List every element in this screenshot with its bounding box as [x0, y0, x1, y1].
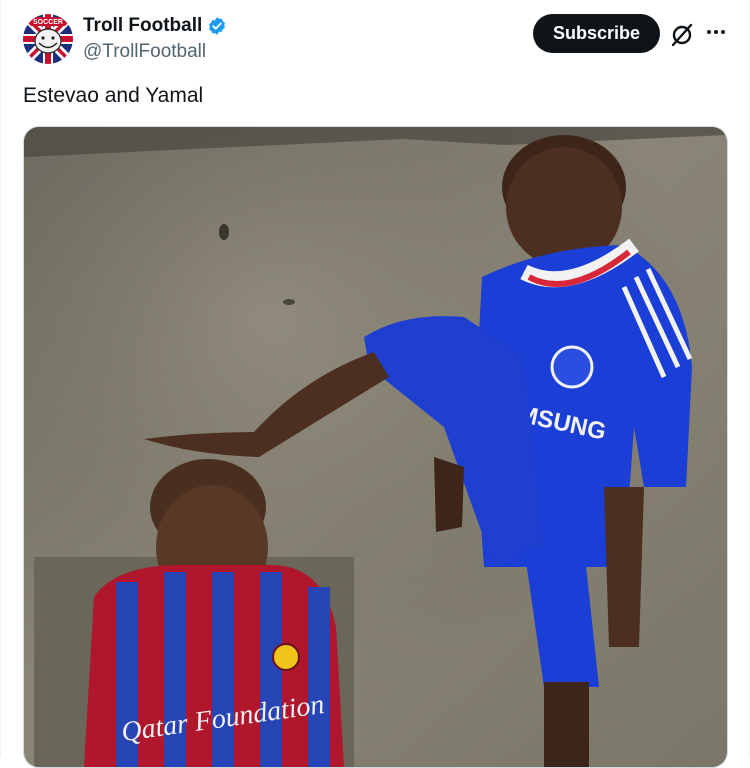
verified-badge-icon [209, 17, 226, 35]
more-options-icon[interactable] [703, 19, 729, 45]
author-name-row[interactable]: Troll Football [83, 14, 227, 38]
tweet-text: Estevao and Yamal [23, 84, 204, 107]
author-avatar[interactable]: SOCCER [23, 14, 73, 64]
tweet-card: SOCCER Troll Football @TrollFootball Sub… [0, 0, 750, 768]
more-dot [721, 30, 725, 34]
troll-face-union-jack-avatar-icon: SOCCER [23, 14, 73, 64]
subscribe-button[interactable]: Subscribe [533, 14, 660, 53]
avatar-badge-text: SOCCER [33, 19, 63, 26]
more-dot [714, 30, 718, 34]
author-display-name[interactable]: Troll Football [83, 14, 202, 38]
grok-icon[interactable] [669, 22, 695, 48]
photo-two-kids-football-shirts: Qatar Foundation SAMSUNG [24, 127, 727, 767]
tweet-media-photo[interactable]: Qatar Foundation SAMSUNG [23, 126, 728, 768]
more-dot [707, 30, 711, 34]
author-handle[interactable]: @TrollFootball [83, 40, 206, 64]
